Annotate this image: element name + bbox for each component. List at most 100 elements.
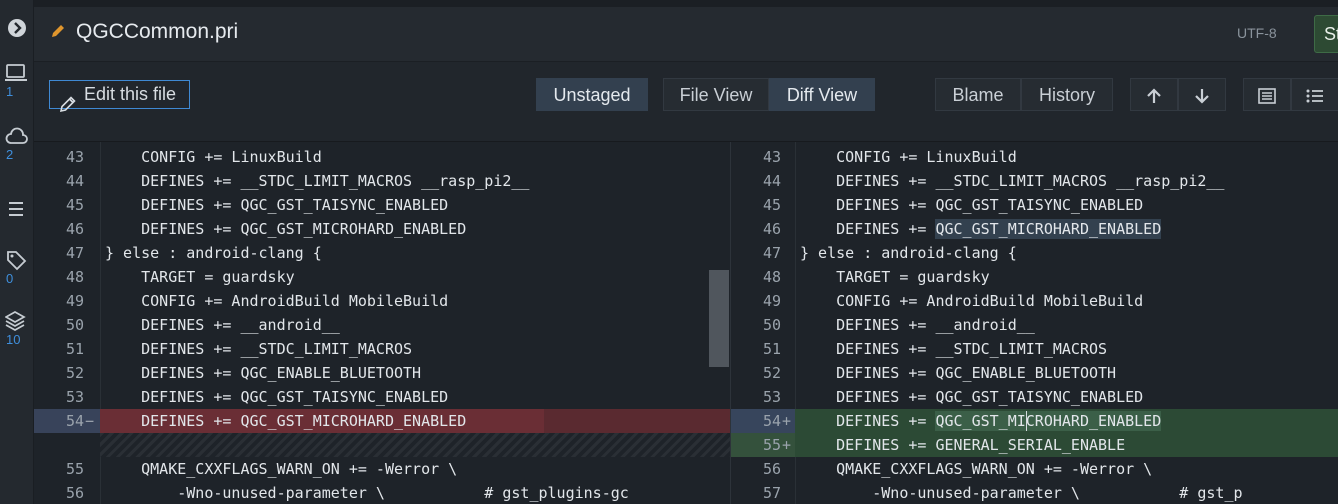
- code-text[interactable]: DEFINES += __STDC_LIMIT_MACROS: [800, 337, 1107, 361]
- plus-icon: +: [782, 412, 792, 430]
- unstaged-button[interactable]: Unstaged: [536, 78, 648, 111]
- list-view-button[interactable]: [1243, 78, 1291, 111]
- code-text[interactable]: DEFINES += GENERAL_SERIAL_ENABLE: [800, 433, 1125, 457]
- cloud-count: 2: [6, 147, 14, 162]
- line-number: 56: [762, 460, 781, 478]
- line-number: 48: [65, 268, 84, 286]
- code-text[interactable]: CONFIG += AndroidBuild MobileBuild: [800, 289, 1143, 313]
- code-text[interactable]: CONFIG += AndroidBuild MobileBuild: [105, 289, 448, 313]
- file-view-tab[interactable]: File View: [663, 78, 769, 111]
- line-number: 50: [65, 316, 84, 334]
- activity-bar: 1 2 0 10: [0, 0, 34, 504]
- scrollbar-thumb[interactable]: [709, 270, 729, 367]
- diff-pane-modified[interactable]: 43 CONFIG += LinuxBuild 44 DEFINES += __S…: [731, 142, 1338, 504]
- chevron-right-icon[interactable]: [0, 18, 34, 38]
- edit-file-label: Edit this file: [84, 84, 177, 104]
- code-line[interactable]: 56 QMAKE_CXXFLAGS_WARN_ON += -Werror \: [731, 457, 1338, 481]
- layers-icon[interactable]: 10: [0, 310, 34, 347]
- code-line[interactable]: 50 DEFINES += __android__: [34, 313, 730, 337]
- code-line[interactable]: 49 CONFIG += AndroidBuild MobileBuild: [34, 289, 730, 313]
- code-line[interactable]: 55 QMAKE_CXXFLAGS_WARN_ON += -Werror \: [34, 457, 730, 481]
- menu-icon[interactable]: [0, 199, 34, 219]
- code-text[interactable]: CONFIG += LinuxBuild: [800, 145, 1017, 169]
- diff-view-tab[interactable]: Diff View: [769, 78, 875, 111]
- code-text[interactable]: DEFINES += QGC_GST_MICROHARD_ENABLED: [105, 217, 466, 241]
- tag-icon[interactable]: 0: [0, 249, 34, 286]
- encoding-label[interactable]: UTF-8: [1237, 25, 1277, 41]
- layers-count: 10: [6, 332, 21, 347]
- bullet-list-icon: [1306, 89, 1323, 103]
- line-number: 52: [65, 364, 84, 382]
- code-text[interactable]: DEFINES += QGC_GST_TAISYNC_ENABLED: [800, 193, 1143, 217]
- blame-button[interactable]: Blame: [935, 78, 1021, 111]
- line-number: 43: [762, 148, 781, 166]
- code-text[interactable]: -Wno-unused-parameter \ # gst_p: [800, 481, 1242, 504]
- code-line[interactable]: 44 DEFINES += __STDC_LIMIT_MACROS __rasp…: [34, 169, 730, 193]
- code-line[interactable]: 50 DEFINES += __android__: [731, 313, 1338, 337]
- code-line[interactable]: 52 DEFINES += QGC_ENABLE_BLUETOOTH: [731, 361, 1338, 385]
- line-number: 44: [762, 172, 781, 190]
- code-text[interactable]: } else : android-clang {: [800, 241, 1017, 265]
- text-cursor: [1025, 411, 1027, 431]
- code-text[interactable]: TARGET = guardsky: [105, 265, 295, 289]
- code-text[interactable]: } else : android-clang {: [105, 241, 322, 265]
- cloud-icon[interactable]: 2: [0, 125, 34, 162]
- line-number: 45: [762, 196, 781, 214]
- code-line[interactable]: 53 DEFINES += QGC_GST_TAISYNC_ENABLED: [34, 385, 730, 409]
- code-line[interactable]: 49 CONFIG += AndroidBuild MobileBuild: [731, 289, 1338, 313]
- code-text[interactable]: DEFINES += __STDC_LIMIT_MACROS __rasp_pi…: [800, 169, 1224, 193]
- code-line[interactable]: 43 CONFIG += LinuxBuild: [731, 145, 1338, 169]
- code-line[interactable]: 57 -Wno-unused-parameter \ # gst_p: [731, 481, 1338, 504]
- pencil-icon: [50, 23, 66, 44]
- code-text[interactable]: TARGET = guardsky: [800, 265, 990, 289]
- code-line[interactable]: 47} else : android-clang {: [34, 241, 730, 265]
- list-icon: [1258, 88, 1276, 104]
- code-text[interactable]: DEFINES += QGC_GST_TAISYNC_ENABLED: [800, 385, 1143, 409]
- code-line[interactable]: 45 DEFINES += QGC_GST_TAISYNC_ENABLED: [34, 193, 730, 217]
- code-line[interactable]: 51 DEFINES += __STDC_LIMIT_MACROS: [34, 337, 730, 361]
- diff-toolbar: Edit this file Unstaged File View Diff V…: [34, 62, 1338, 142]
- stage-button[interactable]: St: [1314, 15, 1338, 53]
- diff-placeholder-row[interactable]: [34, 433, 730, 457]
- code-text[interactable]: QMAKE_CXXFLAGS_WARN_ON += -Werror \: [800, 457, 1152, 481]
- line-number: 45: [65, 196, 84, 214]
- code-text[interactable]: DEFINES += QGC_ENABLE_BLUETOOTH: [105, 361, 421, 385]
- laptop-icon[interactable]: 1: [0, 62, 34, 99]
- added-line[interactable]: 54 + DEFINES += QGC_GST_MICROHARD_ENABLED: [731, 409, 1338, 433]
- code-text[interactable]: CONFIG += LinuxBuild: [105, 145, 322, 169]
- code-text[interactable]: DEFINES += QGC_GST_MICROHARD_ENABLED: [800, 409, 1161, 433]
- history-button[interactable]: History: [1021, 78, 1113, 111]
- code-text[interactable]: DEFINES += __android__: [800, 313, 1035, 337]
- added-line[interactable]: 55 + DEFINES += GENERAL_SERIAL_ENABLE: [731, 433, 1338, 457]
- code-text[interactable]: DEFINES += __android__: [105, 313, 340, 337]
- deleted-line[interactable]: 54− DEFINES += QGC_GST_MICROHARD_ENABLED: [34, 409, 730, 433]
- bulleted-list-button[interactable]: [1291, 78, 1338, 111]
- code-line[interactable]: 48 TARGET = guardsky: [731, 265, 1338, 289]
- edit-file-button[interactable]: Edit this file: [49, 80, 190, 113]
- code-line[interactable]: 47} else : android-clang {: [731, 241, 1338, 265]
- diff-pane-original[interactable]: 43 CONFIG += LinuxBuild 44 DEFINES += __S…: [34, 142, 730, 504]
- code-text[interactable]: DEFINES += QGC_ENABLE_BLUETOOTH: [800, 361, 1116, 385]
- code-text[interactable]: QMAKE_CXXFLAGS_WARN_ON += -Werror \: [105, 457, 457, 481]
- line-number: 55: [762, 436, 781, 454]
- code-text[interactable]: -Wno-unused-parameter \ # gst_plugins-gc: [105, 481, 629, 504]
- code-text[interactable]: DEFINES += QGC_GST_TAISYNC_ENABLED: [105, 385, 448, 409]
- code-line[interactable]: 53 DEFINES += QGC_GST_TAISYNC_ENABLED: [731, 385, 1338, 409]
- code-text[interactable]: DEFINES += __STDC_LIMIT_MACROS: [105, 337, 412, 361]
- code-line[interactable]: 45 DEFINES += QGC_GST_TAISYNC_ENABLED: [731, 193, 1338, 217]
- code-text[interactable]: DEFINES += QGC_GST_MICROHARD_ENABLED: [800, 217, 1161, 241]
- code-line[interactable]: 52 DEFINES += QGC_ENABLE_BLUETOOTH: [34, 361, 730, 385]
- code-line[interactable]: 43 CONFIG += LinuxBuild: [34, 145, 730, 169]
- next-change-button[interactable]: [1178, 78, 1226, 111]
- code-line[interactable]: 56 -Wno-unused-parameter \ # gst_plugins…: [34, 481, 730, 504]
- code-text[interactable]: DEFINES += QGC_GST_MICROHARD_ENABLED: [105, 409, 466, 433]
- code-line[interactable]: 44 DEFINES += __STDC_LIMIT_MACROS __rasp…: [731, 169, 1338, 193]
- code-line[interactable]: 46 DEFINES += QGC_GST_MICROHARD_ENABLED: [34, 217, 730, 241]
- code-line[interactable]: 46 DEFINES += QGC_GST_MICROHARD_ENABLED: [731, 217, 1338, 241]
- line-number: 54: [762, 412, 781, 430]
- code-line[interactable]: 51 DEFINES += __STDC_LIMIT_MACROS: [731, 337, 1338, 361]
- code-line[interactable]: 48 TARGET = guardsky: [34, 265, 730, 289]
- code-text[interactable]: DEFINES += __STDC_LIMIT_MACROS __rasp_pi…: [105, 169, 529, 193]
- code-text[interactable]: DEFINES += QGC_GST_TAISYNC_ENABLED: [105, 193, 448, 217]
- previous-change-button[interactable]: [1130, 78, 1178, 111]
